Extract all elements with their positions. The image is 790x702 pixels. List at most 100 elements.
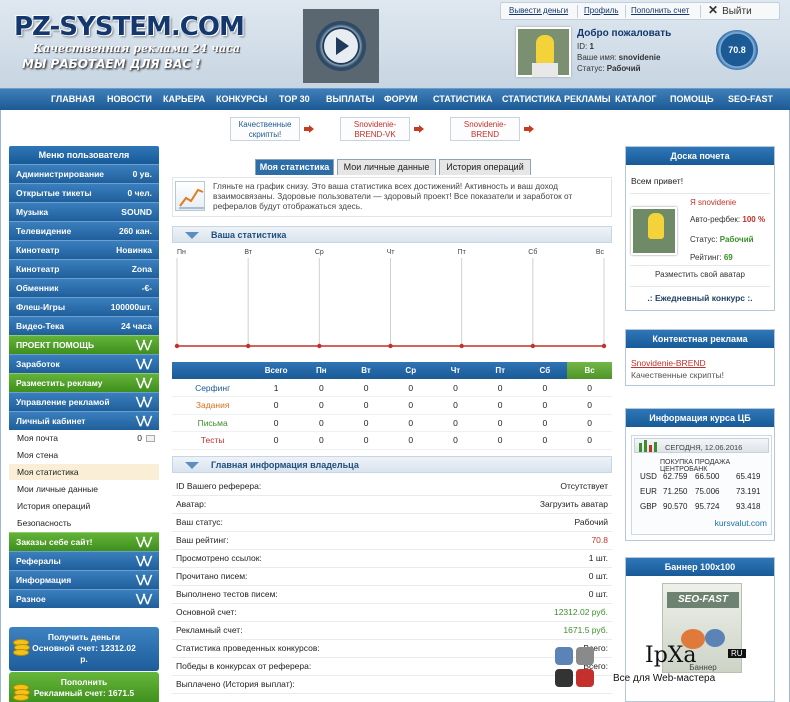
topup-link[interactable]: Пополнить счет bbox=[631, 6, 689, 15]
submenu-item[interactable]: Мои личные данные bbox=[9, 481, 159, 498]
site-logo[interactable]: PZ-SYSTEM.COM bbox=[14, 14, 245, 40]
table-header: Сб bbox=[522, 362, 568, 379]
table-cell: 0 bbox=[433, 396, 478, 415]
nav-item[interactable]: TOP 30 bbox=[279, 94, 310, 104]
table-row: Задания 0 0 0 0 0 0 0 0 bbox=[172, 396, 612, 415]
slogan-2: МЫ РАБОТАЕМ ДЛЯ ВАС ! bbox=[22, 57, 201, 71]
promo-line-2: скрипты! bbox=[248, 130, 282, 139]
autoref-value: 100 % bbox=[742, 215, 766, 224]
info-label: Победы в конкурсах от реферера: bbox=[172, 657, 465, 676]
menu-group[interactable]: Разное ⋁⋁ bbox=[9, 589, 159, 608]
honor-avatar[interactable] bbox=[631, 207, 677, 255]
withdraw-link[interactable]: Вывести деньги bbox=[509, 6, 568, 15]
menu-group[interactable]: Заработок ⋁⋁ bbox=[9, 354, 159, 373]
nav-item[interactable]: НОВОСТИ bbox=[107, 94, 152, 104]
info-label: Рекламный счет: bbox=[172, 621, 465, 640]
menu-item[interactable]: Кинотеатр Новинка bbox=[9, 240, 159, 259]
row-label: Серфинг bbox=[172, 379, 254, 397]
submenu-label: Безопасность bbox=[17, 518, 72, 528]
avatar-shirt bbox=[532, 63, 558, 77]
chevron-down-icon: ⋁⋁ bbox=[135, 415, 152, 427]
data-point bbox=[459, 343, 464, 349]
owner-table: ID Вашего реферера: Отсутствует Аватар: Заг… bbox=[172, 477, 612, 694]
table-cell: 0 bbox=[343, 431, 389, 450]
withdraw-button[interactable]: Получить деньги Основной счет: 12312.02 … bbox=[9, 627, 159, 671]
username-value: snovidenie bbox=[618, 53, 661, 62]
nav-item[interactable]: КАТАЛОГ bbox=[615, 94, 657, 104]
place-avatar-link[interactable]: Разместить свой аватар bbox=[626, 270, 774, 279]
tab-history[interactable]: История операций bbox=[439, 159, 531, 175]
submenu-item[interactable]: История операций bbox=[9, 498, 159, 515]
menu-item[interactable]: Флеш-Игры 100000шт. bbox=[9, 297, 159, 316]
submenu-item[interactable]: Моя стена bbox=[9, 447, 159, 464]
promo-link[interactable]: Snovidenie- BREND-VK bbox=[340, 117, 410, 141]
nav-item[interactable]: КАРЬЕРА bbox=[163, 94, 205, 104]
menu-group[interactable]: Информация ⋁⋁ bbox=[9, 570, 159, 589]
nav-item[interactable]: ПОМОЩЬ bbox=[670, 94, 714, 104]
menu-group[interactable]: Управление рекламой ⋁⋁ bbox=[9, 392, 159, 411]
nav-item[interactable]: SEO-FAST bbox=[728, 94, 773, 104]
menu-group[interactable]: Личный кабинет ⋁⋁ bbox=[9, 411, 159, 430]
menu-item[interactable]: Открытые тикеты 0 чел. bbox=[9, 183, 159, 202]
x-tick-label: Сб bbox=[528, 248, 537, 256]
menu-item-label: Обменник bbox=[16, 283, 59, 293]
info-row: Выплачено (История выплат): bbox=[172, 675, 612, 694]
info-value: 0 шт. bbox=[464, 567, 612, 586]
data-point bbox=[530, 343, 536, 349]
slogan: Качественная реклама 24 часа bbox=[33, 42, 240, 55]
menu-item[interactable]: Администрирование 0 ув. bbox=[9, 164, 159, 183]
honor-name[interactable]: Я snovidenie bbox=[690, 198, 736, 207]
submenu-item[interactable]: Безопасность bbox=[9, 515, 159, 532]
profile-link[interactable]: Профиль bbox=[584, 6, 619, 15]
user-menu-title: Меню пользователя bbox=[9, 146, 159, 164]
nav-item[interactable]: КОНКУРСЫ bbox=[216, 94, 267, 104]
x-tick-label: Пн bbox=[177, 249, 186, 256]
stats-table: Всего Пн Вт Ср Чт Пт Сб Вс Серфинг 1 0 0 0 0 0 0 0 Задан… bbox=[172, 362, 612, 450]
menu-group-green[interactable]: Разместить рекламу ⋁⋁ bbox=[9, 373, 159, 392]
currency-cb: 93.418 bbox=[736, 502, 761, 511]
username-label: Ваше имя: bbox=[577, 53, 617, 62]
video-player[interactable] bbox=[303, 9, 379, 83]
menu-group[interactable]: Рефералы ⋁⋁ bbox=[9, 551, 159, 570]
close-icon: ✕ bbox=[708, 3, 719, 17]
user-avatar[interactable] bbox=[516, 27, 571, 77]
chevron-down-icon: ⋁⋁ bbox=[135, 536, 152, 548]
menu-item[interactable]: Музыка SOUND bbox=[9, 202, 159, 221]
currency-sell: 75.006 bbox=[695, 487, 720, 496]
submenu-item[interactable]: Моя статистика bbox=[9, 464, 159, 481]
promo-link[interactable]: Snovidenie- BREND bbox=[450, 117, 520, 141]
currency-cb: 65.419 bbox=[736, 472, 761, 481]
daily-contest-link[interactable]: .: Ежедневный конкурс :. bbox=[626, 293, 774, 303]
menu-group-green[interactable]: ПРОЕКТ ПОМОЩЬ ⋁⋁ bbox=[9, 335, 159, 354]
table-cell: 0 bbox=[477, 379, 523, 397]
tab-personal-data[interactable]: Мои личные данные bbox=[337, 159, 436, 175]
honor-message: Всем привет! bbox=[631, 176, 684, 186]
info-value: Отсутствует bbox=[464, 477, 612, 496]
table-cell: 0 bbox=[343, 396, 389, 415]
currency-source-link[interactable]: kursvalut.com bbox=[715, 518, 767, 528]
nav-item[interactable]: ГЛАВНАЯ bbox=[51, 94, 95, 104]
menu-group-green[interactable]: Заказы себе сайт! ⋁⋁ bbox=[9, 532, 159, 551]
nav-item[interactable]: ВЫПЛАТЫ bbox=[326, 94, 374, 104]
menu-item[interactable]: Телевидение 260 кан. bbox=[9, 221, 159, 240]
context-ad-link[interactable]: Snovidenie-BREND bbox=[631, 358, 706, 368]
watermark-ru: RU bbox=[728, 649, 746, 658]
menu-item[interactable]: Обменник -€- bbox=[9, 278, 159, 297]
topup-button[interactable]: Пополнить Рекламный счет: 1671.5 р. bbox=[9, 672, 159, 702]
nav-item[interactable]: СТАТИСТИКА bbox=[433, 94, 492, 104]
table-cell: 0 bbox=[477, 396, 523, 415]
tab-my-stats[interactable]: Моя статистика bbox=[255, 159, 334, 175]
nav-item[interactable]: ФОРУМ bbox=[384, 94, 418, 104]
info-row: Ваш статус: Рабочий bbox=[172, 513, 612, 532]
table-cell: 0 bbox=[388, 396, 434, 415]
nav-item[interactable]: СТАТИСТИКА РЕКЛАМЫ bbox=[502, 94, 611, 104]
submenu-item[interactable]: Моя почта 0 bbox=[9, 430, 159, 447]
promo-link[interactable]: Качественные скрипты! bbox=[230, 117, 300, 141]
table-row: Письма 0 0 0 0 0 0 0 0 bbox=[172, 414, 612, 432]
menu-item[interactable]: Кинотеатр Zona bbox=[9, 259, 159, 278]
currency-sell: 66.500 bbox=[695, 472, 720, 481]
menu-item[interactable]: Видео-Тека 24 часа bbox=[9, 316, 159, 335]
watermark: IpXa RU Все для Web-мастера bbox=[553, 643, 781, 702]
exit-button[interactable]: ✕ Выйти bbox=[708, 3, 752, 17]
info-value[interactable]: Загрузить аватар bbox=[464, 495, 612, 514]
